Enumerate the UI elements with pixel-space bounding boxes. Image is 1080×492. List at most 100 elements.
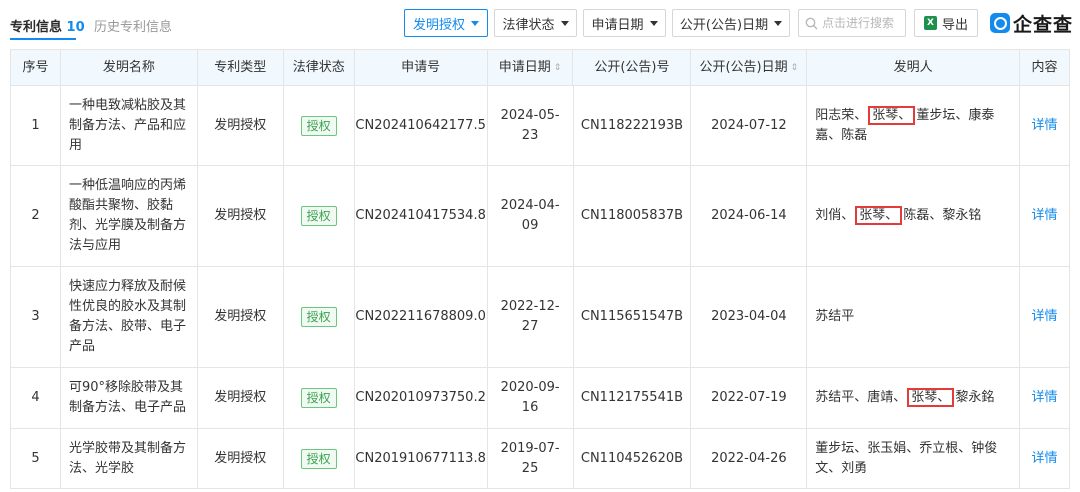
patent-name: 一种电致减粘胶及其制备方法、产品和应用 [68,97,186,153]
detail-link[interactable]: 详情 [1032,116,1058,136]
row-name: 光学胶带及其制备方法、光学胶 [61,429,198,488]
table-row: 4 可90°移除胶带及其制备方法、电子产品 发明授权 授权 CN20201097… [11,368,1070,429]
active-tab-indicator [10,38,76,40]
filter-pub-date-label: 公开(公告)日期 [679,17,769,33]
row-app-no: CN202410642177.5 [355,86,488,165]
header-no: 序号 [11,50,61,85]
header-app-date-label: 申请日期 [498,59,551,75]
row-app-date: 2019-07-25 [488,429,574,488]
row-detail: 详情 [1020,166,1070,266]
row-inventors: 刘俏、 张琴、 陈磊、黎永铭 [807,166,1021,266]
table-row: 2 一种低温响应的丙烯酸酯共聚物、胶黏剂、光学膜及制备方法与应用 发明授权 授权… [11,166,1070,267]
row-name: 可90°移除胶带及其制备方法、电子产品 [61,368,198,428]
search-icon [805,17,818,29]
row-detail: 详情 [1020,368,1070,428]
top-bar: 专利信息 10 历史专利信息 发明授权 法律状态 申请日期 公开(公告)日期 X… [0,0,1080,46]
row-status: 授权 [284,368,355,428]
inventors-after: 陈磊、黎永铭 [903,208,982,223]
row-pub-no: CN118005837B [574,166,692,266]
detail-link[interactable]: 详情 [1032,449,1058,469]
header-inventors: 发明人 [807,50,1021,85]
detail-link[interactable]: 详情 [1032,388,1058,408]
export-button[interactable]: X 导出 [914,9,978,37]
row-pub-no: CN112175541B [574,368,692,428]
row-type: 发明授权 [198,166,284,266]
inventor-text: 董步坛、张玉娟、乔立根、钟俊文、刘勇 [815,440,998,476]
search-input[interactable] [822,16,902,30]
inventors-before: 阳志荣、 [815,107,868,123]
excel-icon: X [923,16,937,30]
row-name: 快速应力释放及耐候性优良的胶水及其制备方法、胶带、电子产品 [61,267,198,367]
row-pub-date: 2024-06-14 [691,166,808,266]
row-status: 授权 [284,429,355,488]
row-type: 发明授权 [198,267,284,367]
header-app-date[interactable]: 申请日期 ⇕ [488,50,574,85]
chevron-down-icon [471,20,479,26]
header-content: 内容 [1020,50,1070,85]
row-no: 1 [11,86,61,165]
inventors-before: 刘俏、 [815,208,855,223]
inventors-after: 黎永銘 [955,390,995,405]
export-label: 导出 [941,17,968,33]
row-app-date: 2020-09-16 [488,368,574,428]
sort-icon[interactable]: ⇕ [791,58,799,78]
tab-patent-info-count: 10 [66,20,85,35]
patent-table: 序号 发明名称 专利类型 法律状态 申请号 申请日期 ⇕ 公开(公告)号 公开(… [10,49,1070,489]
tab-patent-info[interactable]: 专利信息 10 [10,16,85,35]
row-status: 授权 [284,166,355,266]
filter-legal-status-label: 法律状态 [502,17,555,33]
row-app-date: 2024-04-09 [488,166,574,266]
header-type: 专利类型 [198,50,284,85]
table-header: 序号 发明名称 专利类型 法律状态 申请号 申请日期 ⇕ 公开(公告)号 公开(… [11,50,1070,86]
patent-name: 快速应力释放及耐候性优良的胶水及其制备方法、胶带、电子产品 [68,279,186,354]
status-badge: 授权 [300,307,337,327]
row-no: 4 [11,368,61,428]
row-no: 5 [11,429,61,488]
filter-grant-dropdown[interactable]: 发明授权 [404,9,488,37]
row-pub-date: 2022-07-19 [691,368,808,428]
patent-name: 一种低温响应的丙烯酸酯共聚物、胶黏剂、光学膜及制备方法与应用 [68,178,186,253]
inventor-text: 苏结平、唐靖、 张琴、 黎永銘 [815,388,994,408]
filter-legal-status-dropdown[interactable]: 法律状态 [494,9,577,37]
highlighted-inventor: 张琴、 [907,388,955,407]
header-pub-date[interactable]: 公开(公告)日期 ⇕ [691,50,808,85]
row-pub-date: 2023-04-04 [691,267,808,367]
header-app-no: 申请号 [355,50,488,85]
row-pub-date: 2022-04-26 [691,429,808,488]
row-name: 一种电致减粘胶及其制备方法、产品和应用 [61,86,198,165]
table-row: 3 快速应力释放及耐候性优良的胶水及其制备方法、胶带、电子产品 发明授权 授权 … [11,267,1070,368]
row-app-no: CN202010973750.2 [355,368,488,428]
row-app-no: CN202410417534.8 [355,166,488,266]
sort-icon[interactable]: ⇕ [554,58,562,78]
row-detail: 详情 [1020,267,1070,367]
search-box[interactable] [798,9,906,37]
tab-patent-info-label: 专利信息 [10,20,63,35]
row-no: 3 [11,267,61,367]
filter-apply-date-label: 申请日期 [591,17,644,33]
row-inventors: 苏结平、唐靖、 张琴、 黎永銘 [807,368,1021,428]
filter-pub-date-dropdown[interactable]: 公开(公告)日期 [672,9,790,37]
filter-grant-label: 发明授权 [412,17,465,33]
header-pub-date-label: 公开(公告)日期 [699,59,788,75]
row-pub-date: 2024-07-12 [691,86,808,165]
detail-link[interactable]: 详情 [1032,307,1058,327]
row-app-date: 2024-05-23 [488,86,574,165]
tab-history-patent[interactable]: 历史专利信息 [94,16,172,35]
row-no: 2 [11,166,61,266]
chevron-down-icon [774,20,783,26]
inventor-text: 苏结平 [815,309,855,324]
row-inventors: 董步坛、张玉娟、乔立根、钟俊文、刘勇 [807,429,1021,488]
row-type: 发明授权 [198,429,284,488]
table-row: 1 一种电致减粘胶及其制备方法、产品和应用 发明授权 授权 CN20241064… [11,86,1070,166]
row-status: 授权 [284,86,355,165]
row-detail: 详情 [1020,86,1070,165]
row-app-no: CN201910677113.8 [355,429,488,488]
row-pub-no: CN115651547B [574,267,692,367]
table-row: 5 光学胶带及其制备方法、光学胶 发明授权 授权 CN201910677113.… [11,429,1070,489]
row-name: 一种低温响应的丙烯酸酯共聚物、胶黏剂、光学膜及制备方法与应用 [61,166,198,266]
inventors-before: 苏结平、唐靖、 [815,390,907,405]
filter-apply-date-dropdown[interactable]: 申请日期 [583,9,666,37]
detail-link[interactable]: 详情 [1032,206,1058,226]
brand-logo: 企查查 [990,10,1073,36]
patent-name: 光学胶带及其制备方法、光学胶 [68,440,186,476]
